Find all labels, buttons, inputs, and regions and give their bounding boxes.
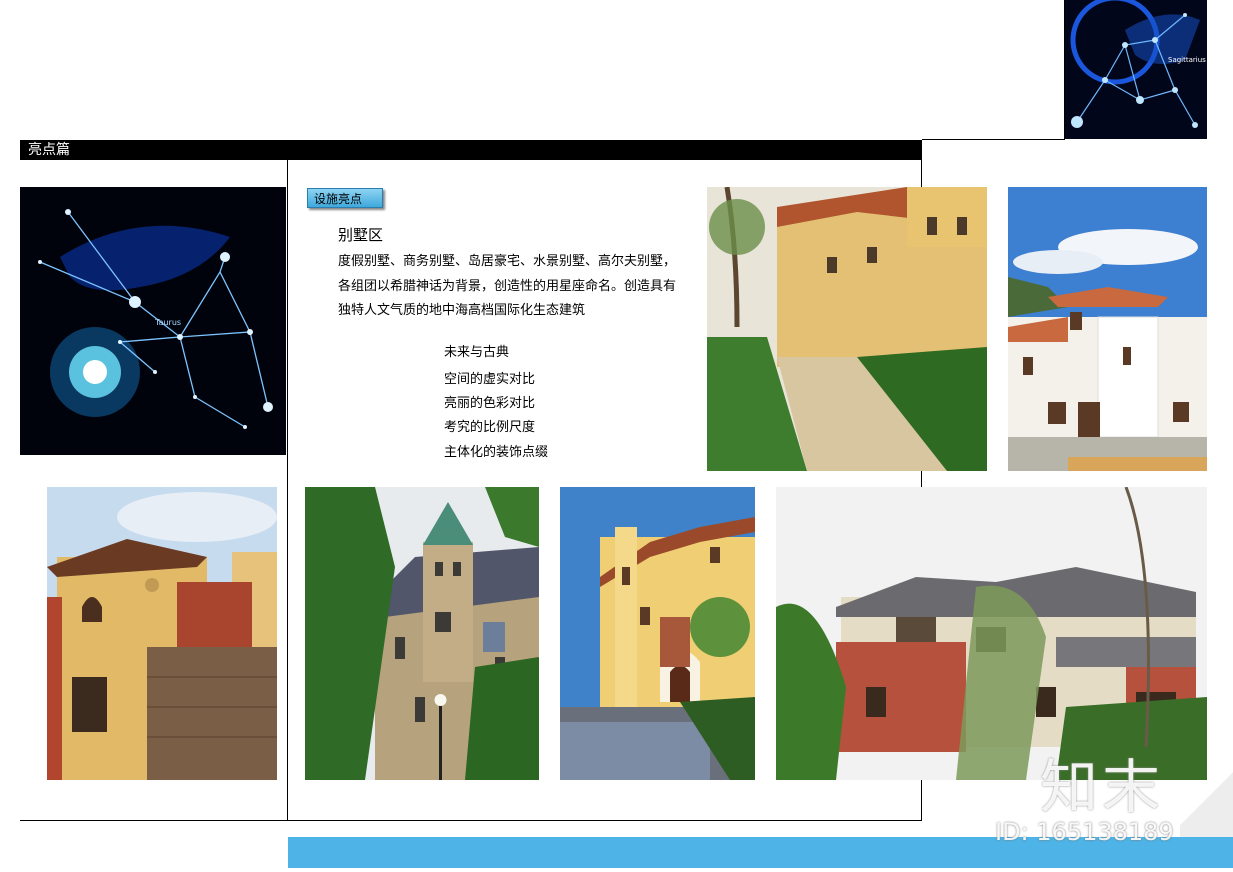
sagittarius-label: Sagittarius (1168, 56, 1206, 64)
feature-item: 主体化的装饰点缀 (444, 445, 549, 460)
watermark-id: ID: 165138189 (995, 818, 1174, 846)
divider-bottom (20, 820, 922, 821)
features-title: 未来与古典 (444, 345, 510, 360)
watermark-logo: 知末 (1040, 753, 1165, 821)
brick-villa-photo (776, 487, 1207, 780)
stone-castle-photo (305, 487, 539, 780)
villa-description-line: 独特人文气质的地中海高档国际化生态建筑 (338, 303, 586, 318)
feature-item: 亮丽的色彩对比 (444, 396, 536, 411)
section-title: 亮点篇 (28, 142, 70, 158)
villa-heading: 别墅区 (338, 226, 384, 244)
yellow-villa-waterfront-photo (560, 487, 755, 780)
villa-garden-path-photo (707, 187, 987, 471)
villa-description-line: 度假别墅、商务别墅、岛居豪宅、水景别墅、高尔夫别墅， (338, 254, 677, 269)
page-curl-shadow (1180, 760, 1233, 837)
white-villa-photo (1008, 187, 1207, 471)
sagittarius-constellation-image: Sagittarius (1065, 0, 1207, 139)
divider-vertical-left (287, 160, 288, 820)
facility-highlight-tag: 设施亮点 (307, 188, 383, 208)
taurus-label: Taurus (154, 318, 181, 327)
divider-top (922, 139, 1065, 140)
taurus-constellation-image: Taurus (20, 187, 286, 455)
feature-item: 考究的比例尺度 (444, 420, 536, 435)
section-header-bar (20, 140, 922, 160)
feature-item: 空间的虚实对比 (444, 372, 536, 387)
villa-description-line: 各组团以希腊神话为背景，创造性的用星座命名。创造具有 (338, 279, 677, 294)
stone-tower-villa-photo (47, 487, 277, 780)
